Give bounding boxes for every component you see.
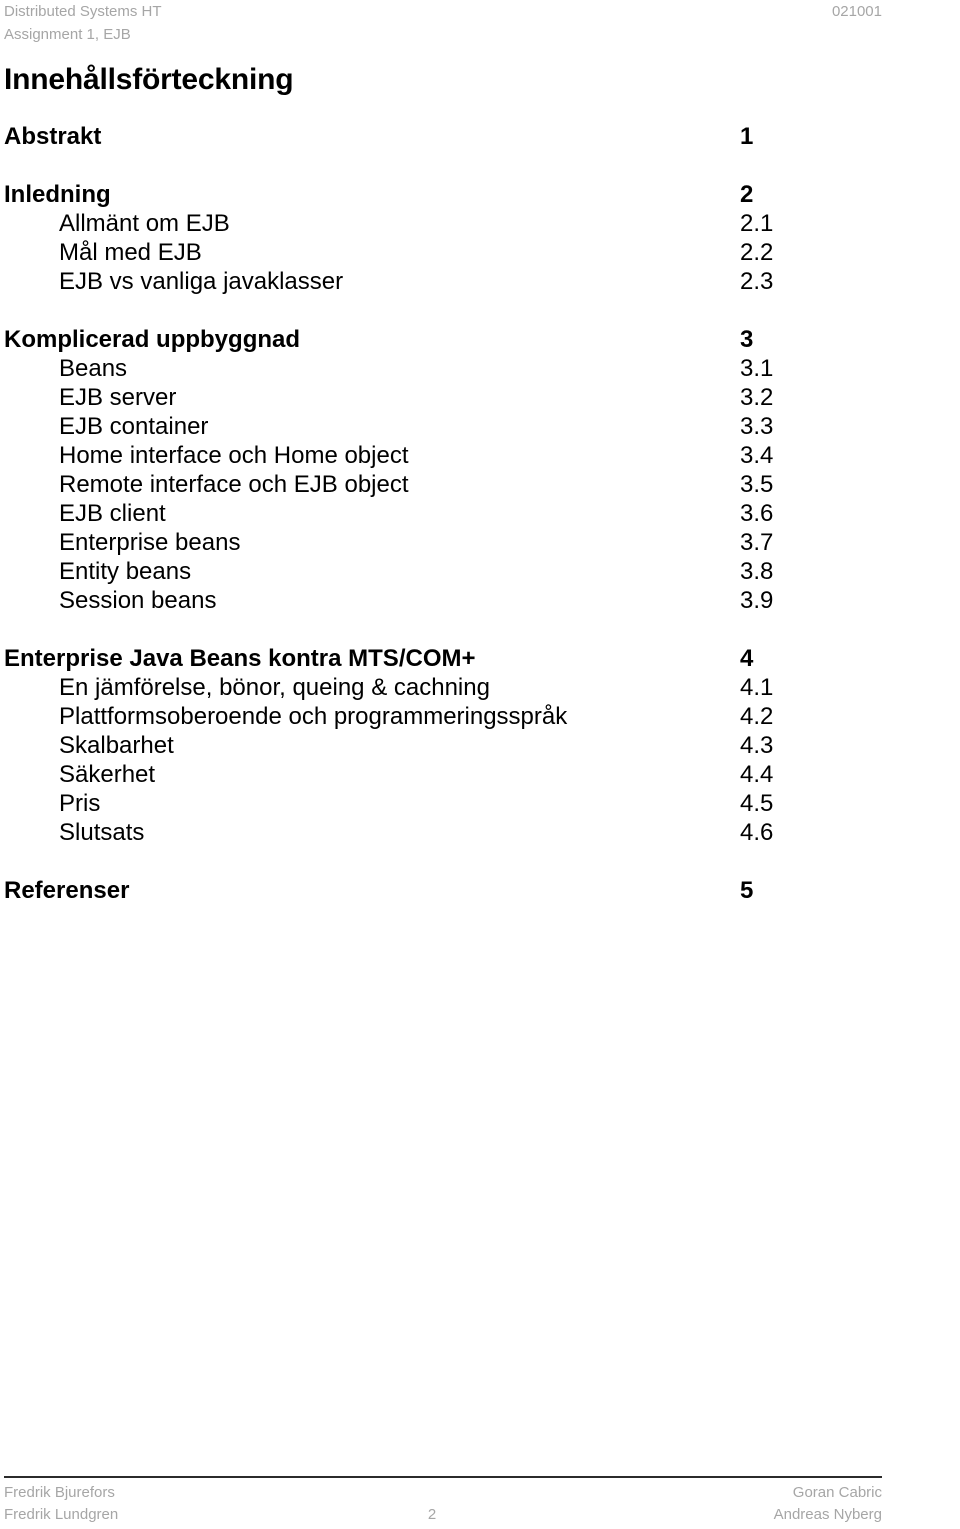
toc-entry-label: EJB vs vanliga javaklasser	[59, 268, 344, 295]
toc-group: Enterprise Java Beans kontra MTS/COM+ 4 En…	[4, 644, 904, 847]
toc-entry-subsection[interactable]: EJB server 3.2	[4, 383, 904, 412]
toc-entry-subsection[interactable]: Plattformsoberoende och programmeringssp…	[4, 702, 904, 731]
toc-entry-label: Pris	[59, 790, 101, 817]
toc-entry-section[interactable]: Inledning 2	[4, 180, 904, 209]
toc-entry-subsection[interactable]: Mål med EJB 2.2	[4, 238, 904, 267]
footer-divider	[4, 1476, 882, 1478]
footer-page-number: 2	[427, 1506, 437, 1523]
toc-entry-label: Beans	[59, 355, 128, 382]
toc-entry-page: 3.3	[740, 413, 774, 440]
toc-entry-subsection[interactable]: En jämförelse, bönor, queing & cachning 4…	[4, 673, 904, 702]
toc-entry-section[interactable]: Komplicerad uppbyggnad 3	[4, 325, 904, 354]
toc-group: Komplicerad uppbyggnad 3 Beans 3.1 EJB serve…	[4, 325, 904, 615]
toc-entry-page: 3.8	[740, 558, 774, 585]
toc-entry-page: 3.6	[740, 500, 774, 527]
toc-entry-page: 4.3	[740, 732, 774, 759]
toc-entry-label: Enterprise beans	[59, 529, 241, 556]
page-title: Innehållsförteckning	[4, 63, 294, 96]
toc-entry-subsection[interactable]: Session beans 3.9	[4, 586, 904, 615]
toc-group: Inledning 2 Allmänt om EJB 2.1 Mål med EJB 2.…	[4, 180, 904, 296]
toc-entry-label: Säkerhet	[59, 761, 156, 788]
page-header: Distributed Systems HT Assignment 1, EJB…	[4, 0, 882, 46]
toc-entry-page: 4	[740, 645, 754, 672]
toc-entry-label: Skalbarhet	[59, 732, 174, 759]
toc-entry-page: 3.2	[740, 384, 774, 411]
toc-entry-section[interactable]: Abstrakt 1	[4, 122, 904, 151]
toc-entry-subsection[interactable]: Enterprise beans 3.7	[4, 528, 904, 557]
toc-entry-page: 4.1	[740, 674, 774, 701]
toc-entry-label: Slutsats	[59, 819, 145, 846]
toc-entry-subsection[interactable]: Pris 4.5	[4, 789, 904, 818]
table-of-contents: Abstrakt 1 Inledning 2 Allmänt om EJB 2.1 Mål …	[4, 122, 904, 905]
toc-entry-label: Inledning	[4, 181, 111, 208]
toc-entry-subsection[interactable]: EJB vs vanliga javaklasser 2.3	[4, 267, 904, 296]
document-body: Innehållsförteckning Abstrakt 1 Inledning 2…	[4, 62, 904, 905]
toc-group: Referenser 5	[4, 876, 904, 905]
toc-entry-label: EJB server	[59, 384, 177, 411]
toc-entry-label: Enterprise Java Beans kontra MTS/COM+	[4, 645, 476, 672]
toc-entry-page: 3.7	[740, 529, 774, 556]
toc-entry-section[interactable]: Referenser 5	[4, 876, 904, 905]
toc-entry-subsection[interactable]: Home interface och Home object 3.4	[4, 441, 904, 470]
toc-entry-subsection[interactable]: EJB container 3.3	[4, 412, 904, 441]
toc-entry-page: 3.1	[740, 355, 774, 382]
footer-authors-right: Goran Cabric Andreas Nyberg	[774, 1482, 882, 1526]
toc-entry-label: Plattformsoberoende och programmeringssp…	[59, 703, 568, 730]
toc-entry-page: 3	[740, 326, 754, 353]
toc-entry-label: Komplicerad uppbyggnad	[4, 326, 301, 353]
header-left-block: Distributed Systems HT Assignment 1, EJB	[4, 0, 162, 46]
toc-entry-page: 2.2	[740, 239, 774, 266]
toc-entry-subsection[interactable]: Slutsats 4.6	[4, 818, 904, 847]
toc-entry-page: 4.4	[740, 761, 774, 788]
toc-entry-subsection[interactable]: Skalbarhet 4.3	[4, 731, 904, 760]
toc-entry-page: 1	[740, 123, 754, 150]
toc-entry-label: Session beans	[59, 587, 217, 614]
footer-author-4: Andreas Nyberg	[773, 1506, 882, 1523]
toc-entry-label: EJB client	[59, 500, 166, 527]
toc-entry-subsection[interactable]: Entity beans 3.8	[4, 557, 904, 586]
toc-entry-page: 3.4	[740, 442, 774, 469]
toc-entry-label: En jämförelse, bönor, queing & cachning	[59, 674, 490, 701]
toc-entry-page: 4.6	[740, 819, 774, 846]
header-course-title: Distributed Systems HT	[4, 3, 162, 20]
toc-entry-label: Entity beans	[59, 558, 192, 585]
toc-entry-page: 2.3	[740, 268, 774, 295]
toc-entry-subsection[interactable]: Säkerhet 4.4	[4, 760, 904, 789]
page-footer: Fredrik Bjurefors Fredrik Lundgren 2 Gor…	[4, 1476, 882, 1529]
toc-entry-label: Home interface och Home object	[59, 442, 409, 469]
toc-entry-label: Mål med EJB	[59, 239, 202, 266]
toc-entry-subsection[interactable]: Beans 3.1	[4, 354, 904, 383]
toc-entry-page: 4.2	[740, 703, 774, 730]
toc-entry-label: Remote interface och EJB object	[59, 471, 409, 498]
toc-entry-label: Abstrakt	[4, 123, 102, 150]
toc-group: Abstrakt 1	[4, 122, 904, 151]
toc-entry-page: 3.5	[740, 471, 774, 498]
footer-columns: Fredrik Bjurefors Fredrik Lundgren 2 Gor…	[4, 1482, 882, 1528]
toc-entry-page: 2	[740, 181, 754, 208]
toc-entry-section[interactable]: Enterprise Java Beans kontra MTS/COM+ 4	[4, 644, 904, 673]
toc-entry-label: Referenser	[4, 877, 130, 904]
toc-entry-page: 5	[740, 877, 754, 904]
toc-entry-subsection[interactable]: Remote interface och EJB object 3.5	[4, 470, 904, 499]
header-assignment-title: Assignment 1, EJB	[4, 26, 131, 43]
toc-entry-subsection[interactable]: EJB client 3.6	[4, 499, 904, 528]
toc-entry-page: 3.9	[740, 587, 774, 614]
footer-author-1: Fredrik Bjurefors	[4, 1484, 115, 1501]
toc-entry-page: 2.1	[740, 210, 774, 237]
footer-author-3: Goran Cabric	[792, 1484, 882, 1501]
header-doc-number: 021001	[831, 3, 882, 20]
toc-entry-page: 4.5	[740, 790, 774, 817]
toc-entry-label: EJB container	[59, 413, 209, 440]
toc-entry-subsection[interactable]: Allmänt om EJB 2.1	[4, 209, 904, 238]
toc-entry-label: Allmänt om EJB	[59, 210, 230, 237]
